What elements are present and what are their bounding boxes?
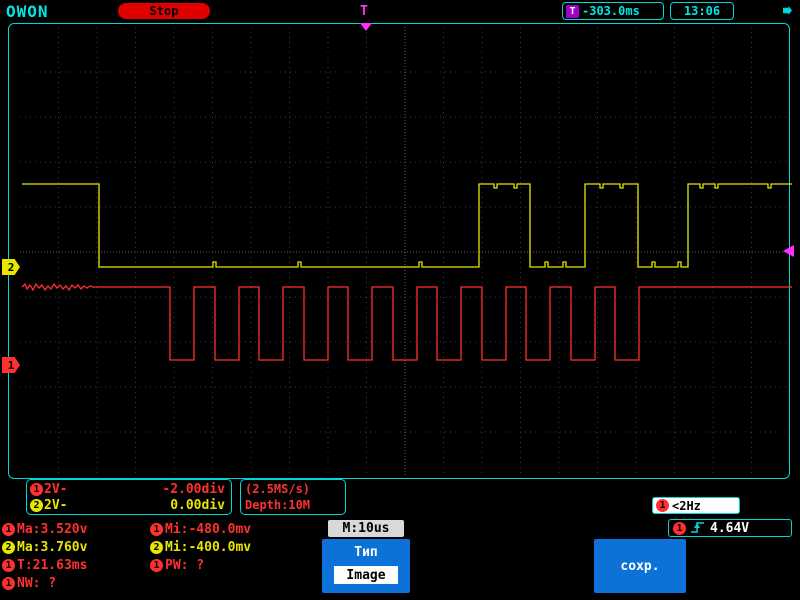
measure-ch2-min: 2 Mi:-400.0mv [150, 539, 251, 555]
memory-depth: Depth:10M [245, 498, 341, 512]
run-state-badge: Stop [118, 3, 210, 19]
meas-value: T:21.63ms [17, 558, 87, 573]
top-status-bar: OWON Stop T T -303.0ms 13:06 [0, 0, 800, 22]
trigger-offset-value: -303.0ms [582, 4, 640, 18]
meas-badge: 1 [150, 523, 163, 536]
measure-ch1-max: 1 Ma:3.520v [2, 521, 87, 537]
ch2-position: 0.00div [170, 498, 225, 513]
ch1-position: -2.00div [162, 482, 225, 497]
sample-rate: (2.5MS/s) [245, 482, 341, 496]
usb-indicator-icon [783, 6, 792, 15]
type-menu-label: Тип [322, 545, 410, 560]
meas-badge: 2 [2, 541, 15, 554]
acquisition-info-box: (2.5MS/s) Depth:10M [240, 479, 346, 515]
ch1-badge: 1 [30, 483, 43, 496]
type-menu-button[interactable]: Тип Image [322, 539, 410, 593]
brand-logo: OWON [6, 2, 49, 21]
rising-edge-icon [690, 521, 706, 535]
meas-value: Ma:3.520v [17, 522, 87, 537]
trigger-level-readout: 1 4.64V [668, 519, 792, 537]
meas-badge: 2 [150, 541, 163, 554]
freq-channel-badge: 1 [656, 499, 669, 512]
meas-value: Mi:-480.0mv [165, 522, 251, 537]
save-button[interactable]: coxp. [594, 539, 686, 593]
clock: 13:06 [670, 2, 734, 20]
meas-badge: 1 [2, 577, 15, 590]
measure-ch2-max: 2 Ma:3.760v [2, 539, 87, 555]
ch2-scale-row: 2 2V- 0.00div [30, 498, 225, 513]
ch1-scale-row: 1 2V- -2.00div [30, 482, 225, 497]
trigger-icon: T [566, 5, 579, 18]
frequency-value: <2Hz [672, 499, 701, 513]
ch2-volts-per-div: 2V- [44, 498, 67, 513]
trigger-position-label: T [360, 4, 368, 19]
timebase-readout: M:10us [328, 520, 404, 537]
measure-ch1-pw: 1 PW: ? [150, 557, 204, 573]
trigger-channel-badge: 1 [673, 522, 686, 535]
meas-badge: 1 [150, 559, 163, 572]
ch1-volts-per-div: 2V- [44, 482, 67, 497]
frequency-counter: 1 <2Hz [652, 497, 740, 514]
meas-value: Mi:-400.0mv [165, 540, 251, 555]
oscilloscope-screen: OWON Stop T T -303.0ms 13:06 2 1 1 2V- -… [0, 0, 800, 600]
ch2-badge: 2 [30, 499, 43, 512]
graticule-frame [8, 23, 790, 479]
meas-badge: 1 [2, 523, 15, 536]
meas-value: Ma:3.760v [17, 540, 87, 555]
channel-scale-box: 1 2V- -2.00div 2 2V- 0.00div [26, 479, 232, 515]
measure-ch1-nw: 1 NW: ? [2, 575, 56, 591]
measure-ch1-min: 1 Mi:-480.0mv [150, 521, 251, 537]
type-menu-value[interactable]: Image [334, 566, 398, 584]
measure-ch1-period: 1 T:21.63ms [2, 557, 87, 573]
trigger-level-value: 4.64V [710, 521, 749, 536]
trigger-offset-readout: T -303.0ms [562, 2, 664, 20]
meas-value: NW: ? [17, 576, 56, 591]
meas-value: PW: ? [165, 558, 204, 573]
meas-badge: 1 [2, 559, 15, 572]
